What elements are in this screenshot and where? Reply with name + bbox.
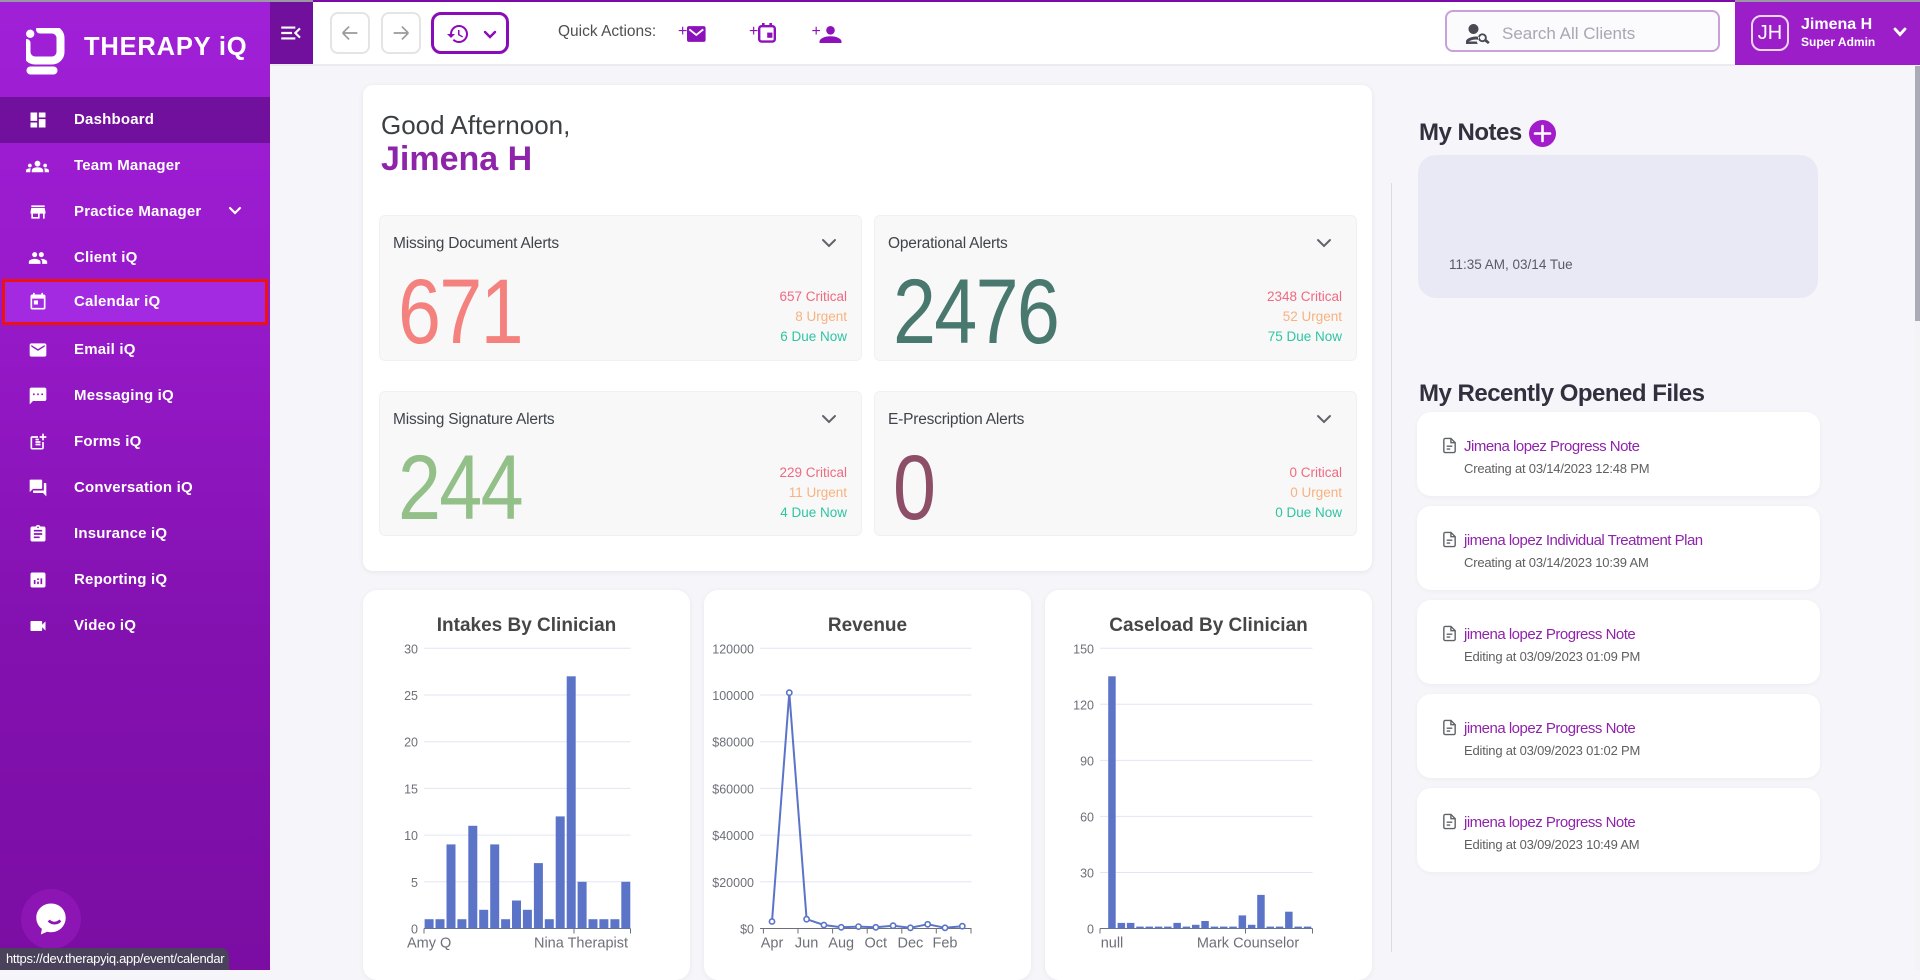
svg-text:0: 0 (411, 923, 418, 937)
svg-text:Mark Counselor: Mark Counselor (1197, 936, 1300, 952)
svg-text:25: 25 (404, 689, 418, 703)
svg-text:30: 30 (1080, 867, 1094, 881)
svg-text:null: null (1101, 936, 1124, 952)
svg-text:120000: 120000 (712, 642, 754, 656)
svg-text:$60000: $60000 (712, 782, 754, 796)
svg-text:0: 0 (1087, 923, 1094, 937)
svg-text:Jun: Jun (795, 936, 818, 952)
svg-text:60: 60 (1080, 810, 1094, 824)
svg-text:100000: 100000 (712, 689, 754, 703)
svg-text:Dec: Dec (898, 936, 924, 952)
svg-text:20: 20 (404, 736, 418, 750)
svg-text:Amy Q: Amy Q (407, 936, 451, 952)
svg-text:Apr: Apr (761, 936, 784, 952)
svg-text:$40000: $40000 (712, 829, 754, 843)
svg-text:30: 30 (404, 642, 418, 656)
svg-text:15: 15 (404, 782, 418, 796)
svg-text:10: 10 (404, 829, 418, 843)
svg-text:$20000: $20000 (712, 876, 754, 890)
svg-text:Aug: Aug (828, 936, 854, 952)
svg-text:$0: $0 (740, 923, 754, 937)
svg-text:150: 150 (1073, 642, 1094, 656)
svg-text:Feb: Feb (933, 936, 958, 952)
svg-text:Oct: Oct (865, 936, 888, 952)
svg-text:120: 120 (1073, 698, 1094, 712)
svg-text:90: 90 (1080, 754, 1094, 768)
svg-text:5: 5 (411, 876, 418, 890)
svg-text:Nina Therapist: Nina Therapist (534, 936, 628, 952)
svg-text:$80000: $80000 (712, 736, 754, 750)
